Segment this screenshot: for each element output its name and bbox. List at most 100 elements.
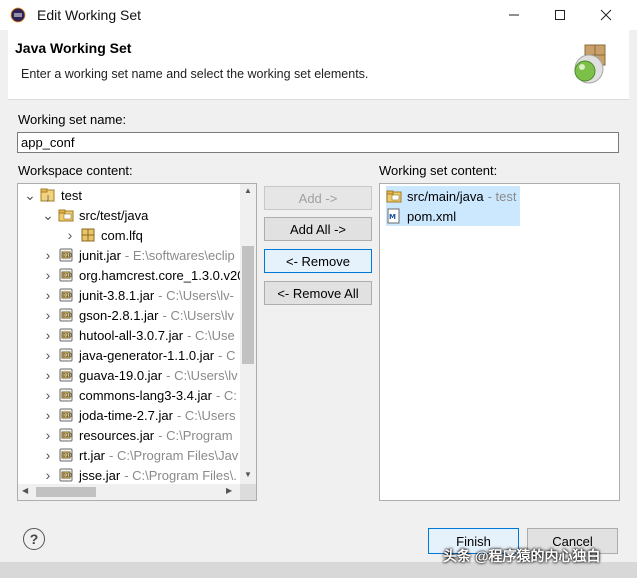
workspace-tree[interactable]: ⌄ Jtest ⌄ src/test/java › com.lfq › 010 junit.ja… (17, 183, 257, 501)
tree-item-path: - C: (215, 387, 237, 403)
add-all-button[interactable]: Add All -> (264, 217, 372, 241)
expand-chevron-right-icon[interactable]: › (42, 447, 54, 463)
expand-chevron-right-icon[interactable]: › (42, 467, 54, 483)
source-folder-icon (386, 188, 407, 204)
tree-item-path: - C:\Program Files\Jav (109, 447, 239, 463)
svg-text:010: 010 (63, 453, 73, 459)
tree-item[interactable]: › com.lfq (64, 225, 143, 245)
working-set-name-input[interactable] (17, 132, 619, 153)
working-set-item[interactable]: Mpom.xml (386, 206, 520, 226)
scrollbar-corner (240, 484, 256, 500)
project-icon: J (40, 187, 61, 203)
jar-icon: 010 (58, 347, 79, 363)
jar-icon: 010 (58, 307, 79, 323)
tree-item[interactable]: › 010 rt.jar - C:\Program Files\Jav (42, 445, 239, 465)
expand-chevron-right-icon[interactable]: › (42, 367, 54, 383)
remove-all-button[interactable]: <- Remove All (264, 281, 372, 305)
add-button[interactable]: Add -> (264, 186, 372, 210)
expand-chevron-right-icon[interactable]: › (42, 267, 54, 283)
xml-file-icon: M (386, 208, 407, 224)
expand-chevron-right-icon[interactable]: › (42, 427, 54, 443)
tree-item[interactable]: › 010 junit-3.8.1.jar - C:\Users\lv- (42, 285, 234, 305)
tree-item[interactable]: › 010 hutool-all-3.0.7.jar - C:\Use (42, 325, 235, 345)
vertical-scrollbar[interactable]: ▲ ▼ (240, 184, 256, 484)
tree-item-label: gson-2.8.1.jar (79, 307, 159, 323)
working-set-list[interactable]: src/main/java - test Mpom.xml (379, 183, 620, 501)
svg-text:010: 010 (63, 333, 73, 339)
scroll-right-icon[interactable]: ▶ (226, 486, 232, 495)
tree-item-label: com.lfq (101, 227, 143, 243)
jar-icon: 010 (58, 287, 79, 303)
source-folder-icon (58, 207, 79, 223)
expand-chevron-right-icon[interactable]: › (42, 287, 54, 303)
tree-item-label: joda-time-2.7.jar (79, 407, 173, 423)
vertical-scroll-thumb[interactable] (242, 246, 254, 364)
tree-item-label: jsse.jar (79, 467, 121, 483)
scroll-up-icon[interactable]: ▲ (244, 186, 252, 195)
tree-item-label: guava-19.0.jar (79, 367, 163, 383)
tree-item-path: - C:\Users (176, 407, 236, 423)
svg-text:010: 010 (63, 253, 73, 259)
help-button[interactable]: ? (23, 528, 45, 550)
horizontal-scroll-thumb[interactable] (36, 487, 96, 497)
maximize-button[interactable] (537, 0, 583, 30)
scroll-left-icon[interactable]: ◀ (22, 486, 28, 495)
expand-chevron-right-icon[interactable]: › (42, 387, 54, 403)
tree-item[interactable]: ⌄ Jtest (24, 185, 82, 205)
expand-chevron-right-icon[interactable]: › (42, 307, 54, 323)
svg-text:010: 010 (63, 293, 73, 299)
maximize-icon (555, 10, 565, 20)
tree-item-path: - E:\softwares\eclip (124, 247, 235, 263)
tree-item-path: - C (218, 347, 236, 363)
workspace-content-label: Workspace content: (18, 163, 133, 178)
svg-text:010: 010 (63, 473, 73, 479)
svg-text:010: 010 (63, 413, 73, 419)
svg-text:010: 010 (63, 433, 73, 439)
working-set-item-label: pom.xml (407, 208, 457, 224)
tree-item[interactable]: › 010 commons-lang3-3.4.jar - C: (42, 385, 237, 405)
jar-icon: 010 (58, 367, 79, 383)
tree-item[interactable]: › 010 java-generator-1.1.0.jar - C (42, 345, 236, 365)
expand-chevron-right-icon[interactable]: › (42, 347, 54, 363)
expand-chevron-right-icon[interactable]: › (64, 227, 76, 243)
banner-description: Enter a working set name and select the … (21, 67, 369, 81)
expand-chevron-right-icon[interactable]: › (42, 247, 54, 263)
svg-text:010: 010 (63, 273, 73, 279)
package-icon (80, 227, 101, 243)
jar-icon: 010 (58, 447, 79, 463)
jar-icon: 010 (58, 407, 79, 423)
tree-item[interactable]: › 010 resources.jar - C:\Program (42, 425, 233, 445)
scroll-down-icon[interactable]: ▼ (244, 470, 252, 479)
svg-text:J: J (46, 194, 49, 202)
tree-item-label: hutool-all-3.0.7.jar (79, 327, 184, 343)
tree-item[interactable]: › 010 joda-time-2.7.jar - C:\Users (42, 405, 236, 425)
tree-item-label: org.hamcrest.core_1.3.0.v20 (79, 267, 245, 283)
banner-title: Java Working Set (15, 40, 132, 56)
remove-button[interactable]: <- Remove (264, 249, 372, 273)
tree-item-path: - C:\Users\lv- (158, 287, 234, 303)
expand-chevron-down-icon[interactable]: ⌄ (42, 208, 54, 222)
minimize-button[interactable] (491, 0, 537, 30)
tree-item[interactable]: › 010 gson-2.8.1.jar - C:\Users\lv (42, 305, 234, 325)
working-set-content-label: Working set content: (379, 163, 498, 178)
watermark-text: 头条 @程序猿的内心独白 (443, 548, 601, 564)
expand-chevron-right-icon[interactable]: › (42, 407, 54, 423)
expand-chevron-down-icon[interactable]: ⌄ (24, 188, 36, 202)
tree-item[interactable]: › 010 jsse.jar - C:\Program Files\. (42, 465, 237, 485)
close-icon (600, 9, 612, 21)
jar-icon: 010 (58, 247, 79, 263)
tree-item-label: test (61, 187, 82, 203)
tree-item[interactable]: › 010 junit.jar - E:\softwares\eclip (42, 245, 235, 265)
working-set-item[interactable]: src/main/java - test (386, 186, 520, 206)
svg-text:010: 010 (63, 353, 73, 359)
horizontal-scrollbar[interactable]: ◀ ▶ (18, 484, 240, 500)
header-banner: Java Working Set Enter a working set nam… (8, 30, 629, 100)
expand-chevron-right-icon[interactable]: › (42, 327, 54, 343)
tree-item-label: src/test/java (79, 207, 149, 223)
close-button[interactable] (583, 0, 629, 30)
title-bar: Edit Working Set (0, 0, 637, 30)
tree-item[interactable]: ⌄ src/test/java (42, 205, 148, 225)
tree-item[interactable]: › 010 guava-19.0.jar - C:\Users\lv (42, 365, 238, 385)
tree-item-label: rt.jar (79, 447, 105, 463)
tree-item[interactable]: › 010 org.hamcrest.core_1.3.0.v20 (42, 265, 245, 285)
